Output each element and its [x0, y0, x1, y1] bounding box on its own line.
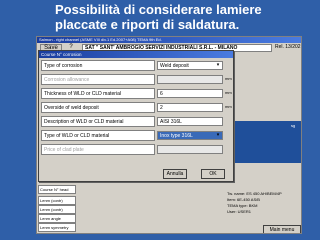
dialog-input[interactable]: 2 [157, 103, 223, 112]
dialog-row: Thickness of WLD or CLD material 6 mm [41, 88, 233, 99]
unit-label: mm [225, 90, 232, 95]
dialog-row: Price of clad plate [41, 144, 233, 155]
corrosion-dialog: Course N° corrosion Type of corrosion Wel… [38, 50, 234, 182]
dialog-row-label: Thickness of WLD or CLD material [41, 88, 155, 99]
dialog-title: Course N° corrosion [39, 51, 233, 58]
side-label: Lenm symmetry [38, 223, 76, 232]
chevron-down-icon[interactable]: ▾ [213, 61, 223, 70]
dialog-row: Type of WLD or CLD material Inox type 316… [41, 130, 233, 141]
release-label: Rel. 13/202 [275, 44, 301, 50]
side-label: Course N° head [38, 185, 76, 194]
slide-title: Possibilità di considerare lamiere placc… [55, 2, 262, 32]
dialog-row-label: Price of clad plate [41, 144, 155, 155]
footer-info: Tw. name: ES 450 AH/BEM/4P Item: 6E-450 … [227, 191, 301, 215]
dialog-input [157, 75, 223, 84]
chevron-down-icon[interactable]: ▾ [213, 131, 223, 140]
main-menu-button[interactable]: Main menu [263, 225, 301, 233]
dialog-row-label: Corrosion allowance [41, 74, 155, 85]
sg-label: sg [291, 123, 296, 128]
dialog-row: Description of WLD or CLD material AISI 3… [41, 116, 233, 127]
ok-button[interactable]: OK [201, 169, 225, 179]
unit-label: mm [225, 76, 232, 81]
footer-line: User: USER1 [227, 209, 252, 214]
dialog-row-label: Type of corrosion [41, 60, 155, 71]
cancel-button[interactable]: Annulla [163, 169, 187, 179]
side-label: Lenm (contr) [38, 205, 76, 214]
side-label: Lenm (contr) [38, 196, 76, 205]
side-panel: sg [233, 121, 301, 163]
dialog-row-label: Type of WLD or CLD material [41, 130, 155, 141]
dialog-row-label: Description of WLD or CLD material [41, 116, 155, 127]
dialog-input[interactable]: 6 [157, 89, 223, 98]
unit-label: mm [225, 104, 232, 109]
dialog-input[interactable]: AISI 316L [157, 117, 223, 126]
dialog-row: Type of corrosion Weld deposit ▾ [41, 60, 233, 71]
dialog-row-label: Overside of weld deposit [41, 102, 155, 113]
dialog-input [157, 145, 223, 154]
dialog-row: Corrosion allowance mm [41, 74, 233, 85]
side-label: Lenm angle [38, 214, 76, 223]
dialog-row: Overside of weld deposit 2 mm [41, 102, 233, 113]
